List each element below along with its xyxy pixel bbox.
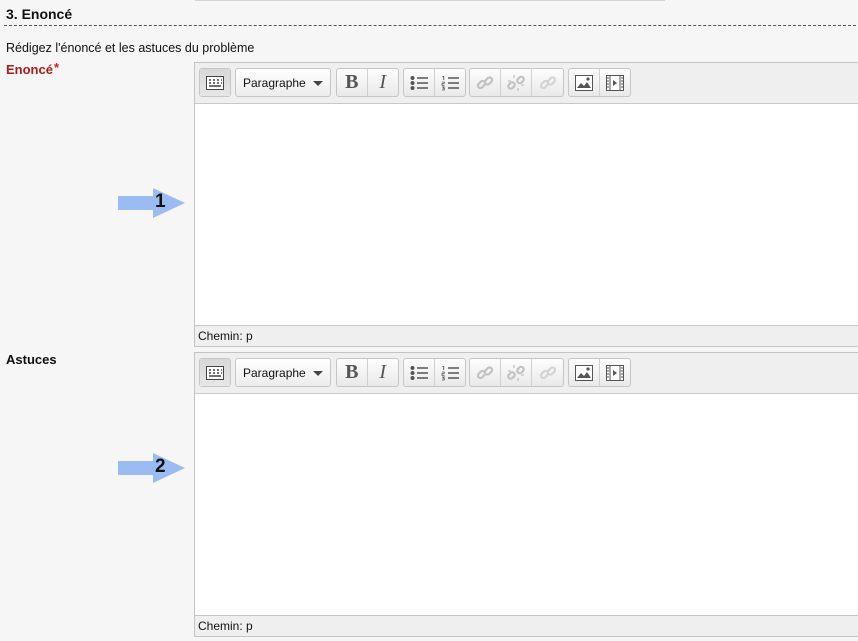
media-group	[568, 358, 631, 387]
media-group	[568, 68, 631, 97]
link-icon	[476, 75, 494, 89]
media-button[interactable]	[600, 69, 630, 96]
numbered-list-button[interactable]	[435, 69, 465, 96]
enonce-editor-toolbar: Paragraphe B I	[195, 63, 858, 104]
numbered-list-icon	[441, 365, 459, 380]
media-button[interactable]	[600, 359, 630, 386]
annotation-arrow-1	[118, 188, 185, 218]
anchor-button[interactable]	[532, 359, 563, 386]
top-divider	[195, 0, 665, 1]
section-instructions: Rédigez l'énoncé et les astuces du probl…	[6, 41, 255, 55]
italic-icon: I	[379, 361, 387, 383]
astuces-editor-toolbar: Paragraphe B I	[195, 353, 858, 394]
required-marker: *	[53, 60, 60, 75]
bold-icon: B	[345, 71, 359, 93]
annotation-number-1: 1	[155, 191, 166, 212]
chevron-down-icon	[313, 371, 323, 376]
format-select[interactable]: Paragraphe	[235, 358, 331, 387]
bold-button[interactable]: B	[337, 359, 368, 386]
link-icon	[476, 365, 494, 379]
toolbar-toggle-group	[199, 358, 231, 387]
astuces-label: Astuces	[6, 352, 57, 367]
image-button[interactable]	[569, 69, 600, 96]
text-style-group: B I	[336, 358, 399, 387]
anchor-button[interactable]	[532, 69, 563, 96]
link-group	[469, 68, 564, 97]
italic-button[interactable]: I	[368, 359, 398, 386]
section-divider	[4, 25, 856, 26]
bullet-list-button[interactable]	[404, 69, 435, 96]
enonce-label-text: Enoncé	[6, 62, 53, 77]
list-group	[403, 358, 466, 387]
unlink-button[interactable]	[501, 69, 532, 96]
media-icon	[605, 74, 624, 91]
link-button[interactable]	[470, 359, 501, 386]
anchor-icon	[539, 75, 556, 89]
unlink-button[interactable]	[501, 359, 532, 386]
section-title: 3. Enoncé	[6, 6, 73, 22]
list-group	[403, 68, 466, 97]
annotation-arrow-2	[118, 453, 185, 483]
chevron-down-icon	[313, 81, 323, 86]
image-icon	[574, 74, 593, 91]
image-button[interactable]	[569, 359, 600, 386]
media-icon	[605, 364, 624, 381]
unlink-icon	[507, 74, 525, 91]
arrow-right-icon	[118, 188, 185, 218]
toolbar-toggle-group	[199, 68, 231, 97]
format-select-value: Paragraphe	[243, 75, 306, 90]
bold-button[interactable]: B	[337, 69, 368, 96]
link-group	[469, 358, 564, 387]
bullet-list-icon	[410, 75, 428, 90]
toolbar-toggle-icon	[206, 365, 224, 380]
arrow-right-icon	[118, 453, 185, 483]
bold-icon: B	[345, 361, 359, 383]
italic-icon: I	[379, 71, 387, 93]
enonce-editor-content[interactable]	[195, 104, 858, 325]
enonce-editor-path: Chemin: p	[195, 325, 858, 346]
toolbar-toggle-button[interactable]	[200, 69, 230, 96]
numbered-list-icon	[441, 75, 459, 90]
astuces-editor-path: Chemin: p	[195, 615, 858, 636]
astuces-editor-content[interactable]	[195, 394, 858, 615]
anchor-icon	[539, 365, 556, 379]
image-icon	[574, 364, 593, 381]
enonce-editor: Paragraphe B I Chemin: p	[194, 62, 858, 347]
format-select[interactable]: Paragraphe	[235, 68, 331, 97]
italic-button[interactable]: I	[368, 69, 398, 96]
text-style-group: B I	[336, 68, 399, 97]
bullet-list-icon	[410, 365, 428, 380]
toolbar-toggle-icon	[206, 75, 224, 90]
enonce-label: Enoncé*	[6, 60, 60, 77]
format-select-value: Paragraphe	[243, 365, 306, 380]
link-button[interactable]	[470, 69, 501, 96]
toolbar-toggle-button[interactable]	[200, 359, 230, 386]
unlink-icon	[507, 364, 525, 381]
bullet-list-button[interactable]	[404, 359, 435, 386]
astuces-editor: Paragraphe B I Chemin: p	[194, 352, 858, 637]
annotation-number-2: 2	[155, 456, 166, 477]
numbered-list-button[interactable]	[435, 359, 465, 386]
